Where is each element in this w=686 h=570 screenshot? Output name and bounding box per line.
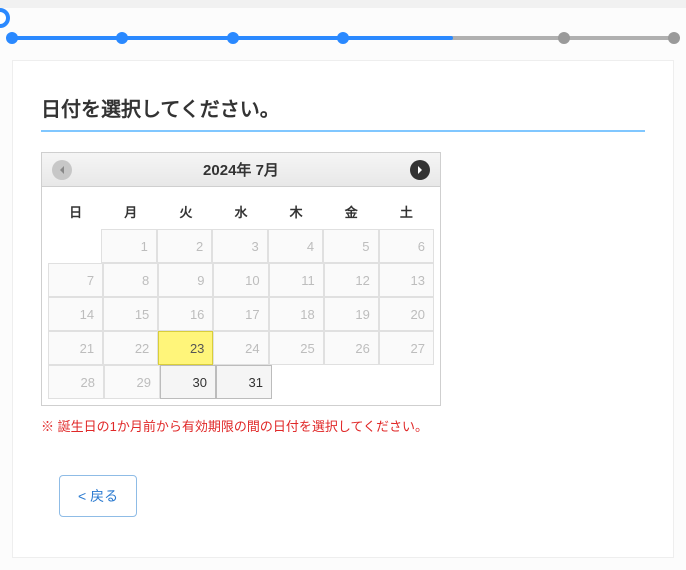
- progress-step-done: [116, 32, 128, 44]
- calendar-dow: 土: [379, 193, 434, 229]
- calendar-day: 2: [157, 229, 212, 263]
- calendar-day: 27: [379, 331, 434, 365]
- progress-step-pending: [668, 32, 680, 44]
- calendar-day: 4: [268, 229, 323, 263]
- progress-step-current: [0, 8, 10, 28]
- calendar-dow: 木: [269, 193, 324, 229]
- calendar-header: 2024年 7月: [42, 153, 440, 187]
- calendar-dow: 水: [213, 193, 268, 229]
- calendar: 2024年 7月 日月火水木金土123456789101112131415161…: [41, 152, 441, 406]
- calendar-day: 29: [104, 365, 160, 399]
- calendar-month-label: 2024年 7月: [203, 159, 279, 180]
- calendar-empty: [380, 365, 434, 399]
- calendar-dow: 火: [158, 193, 213, 229]
- calendar-day: 13: [379, 263, 434, 297]
- progress-step-done: [337, 32, 349, 44]
- calendar-day[interactable]: 31: [216, 365, 272, 399]
- calendar-day: 11: [269, 263, 324, 297]
- validation-note: ※ 誕生日の1か月前から有効期限の間の日付を選択してください。: [41, 416, 645, 435]
- calendar-day: 22: [103, 331, 158, 365]
- calendar-dow: 月: [103, 193, 158, 229]
- calendar-day: 16: [158, 297, 213, 331]
- next-month-icon[interactable]: [410, 160, 430, 180]
- content-card: 日付を選択してください。 2024年 7月 日月火水木金土12345678910…: [12, 60, 674, 558]
- calendar-day: 23: [158, 331, 213, 365]
- calendar-day: 25: [269, 331, 324, 365]
- calendar-dow: 日: [48, 193, 103, 229]
- calendar-day: 19: [324, 297, 379, 331]
- calendar-day: 21: [48, 331, 103, 365]
- calendar-day: 14: [48, 297, 103, 331]
- calendar-day: 3: [212, 229, 267, 263]
- calendar-empty: [326, 365, 380, 399]
- calendar-day: 6: [379, 229, 434, 263]
- progress-step-done: [227, 32, 239, 44]
- progress-bar: [0, 8, 686, 56]
- calendar-day: 9: [158, 263, 213, 297]
- calendar-day: 8: [103, 263, 158, 297]
- calendar-day: 7: [48, 263, 103, 297]
- calendar-day: 12: [324, 263, 379, 297]
- calendar-day: 1: [101, 229, 156, 263]
- calendar-day: 10: [213, 263, 268, 297]
- calendar-day: 26: [324, 331, 379, 365]
- page-title: 日付を選択してください。: [41, 93, 645, 132]
- calendar-empty: [48, 229, 101, 263]
- calendar-day: 20: [379, 297, 434, 331]
- back-button[interactable]: < 戻る: [59, 475, 137, 517]
- prev-month-icon: [52, 160, 72, 180]
- calendar-empty: [272, 365, 326, 399]
- calendar-day: 15: [103, 297, 158, 331]
- calendar-day: 24: [213, 331, 268, 365]
- progress-step-pending: [558, 32, 570, 44]
- calendar-day: 18: [269, 297, 324, 331]
- calendar-grid: 日月火水木金土123456789101112131415161718192021…: [42, 187, 440, 405]
- calendar-dow: 金: [324, 193, 379, 229]
- calendar-day: 5: [323, 229, 378, 263]
- calendar-day: 17: [213, 297, 268, 331]
- calendar-day: 28: [48, 365, 104, 399]
- progress-step-done: [6, 32, 18, 44]
- calendar-day[interactable]: 30: [160, 365, 216, 399]
